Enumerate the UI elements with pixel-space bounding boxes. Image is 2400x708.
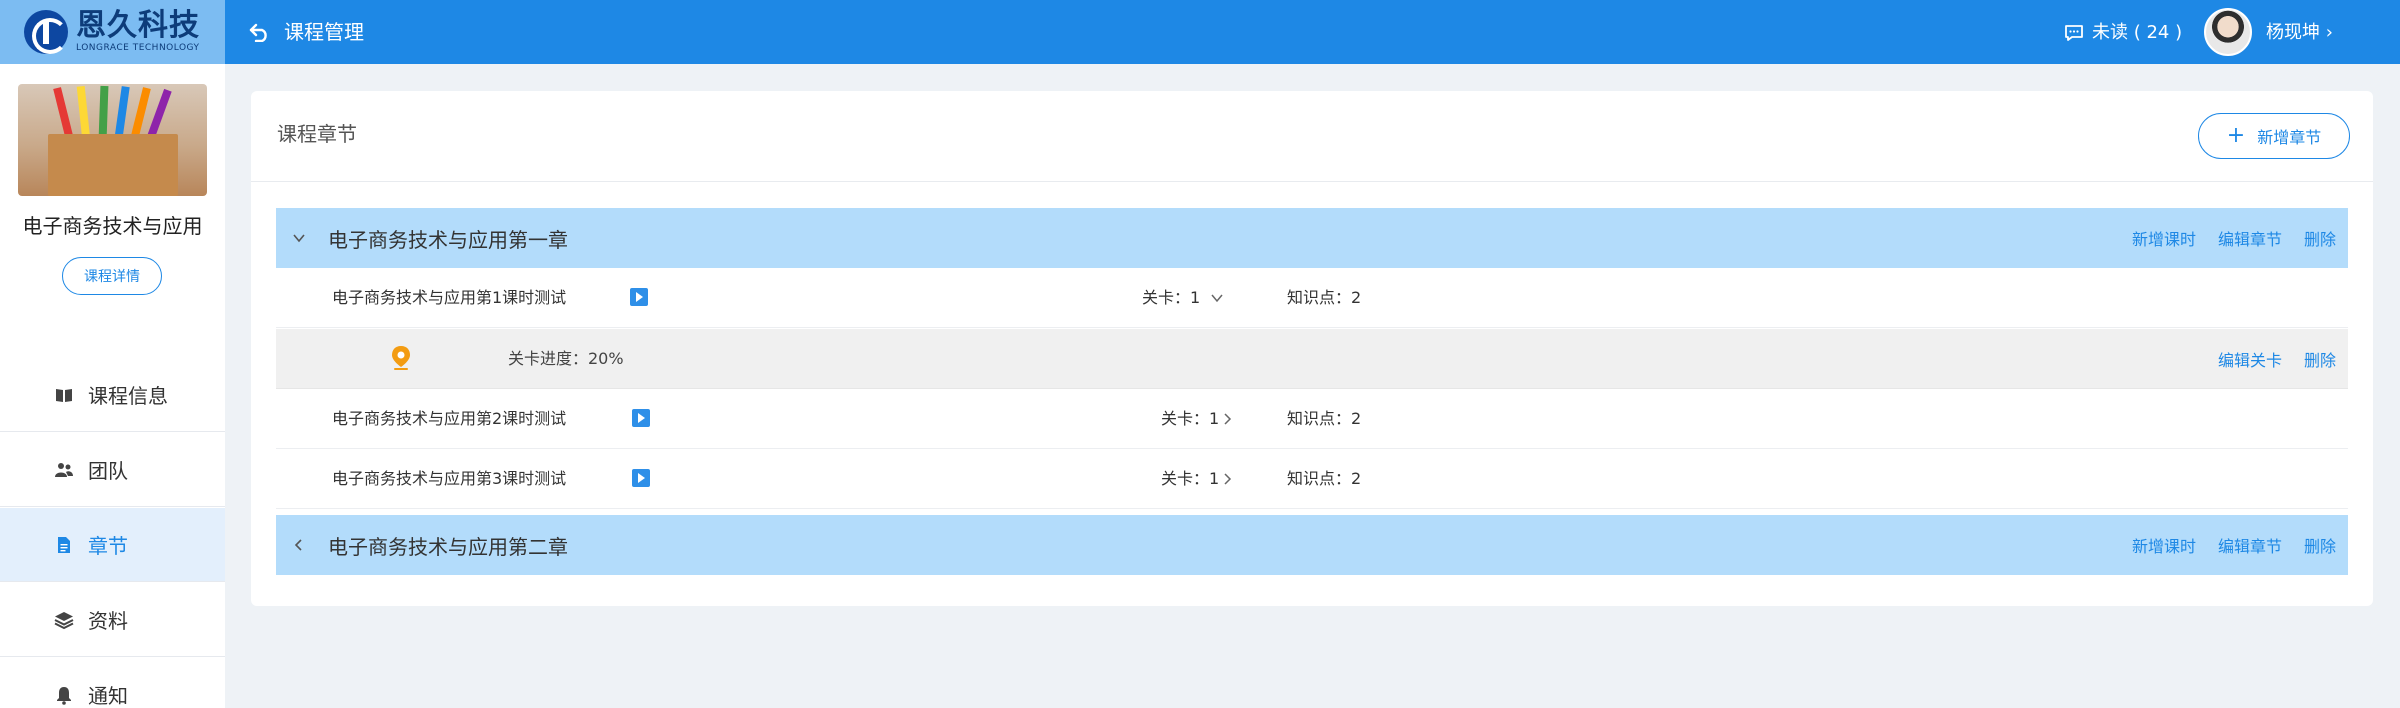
sidebar: 电子商务技术与应用 课程详情 课程信息 团队 章节 资料 通知 <box>0 64 225 708</box>
edit-level-link[interactable]: 编辑关卡 <box>2218 347 2282 371</box>
avatar[interactable] <box>2204 8 2252 56</box>
lesson-row: 电子商务技术与应用第1课时测试 关卡：1 知识点：2 <box>276 268 2348 328</box>
layers-icon <box>54 611 74 629</box>
message-icon[interactable] <box>2064 24 2084 42</box>
course-cover-image <box>18 84 207 196</box>
lesson-name: 电子商务技术与应用第2课时测试 <box>332 409 567 428</box>
video-icon[interactable] <box>632 409 650 427</box>
chapter-header[interactable]: 电子商务技术与应用第一章 新增课时 编辑章节 删除 <box>276 208 2348 268</box>
chevron-down-icon[interactable] <box>1210 291 1224 305</box>
delete-chapter-link[interactable]: 删除 <box>2304 226 2336 250</box>
logo-text-cn: 恩久科技 <box>76 8 200 43</box>
lesson-name: 电子商务技术与应用第3课时测试 <box>332 469 567 488</box>
chapter-title: 电子商务技术与应用第二章 <box>328 534 568 559</box>
chevron-down-icon[interactable] <box>292 231 306 245</box>
page-title[interactable]: 课程管理 <box>284 19 364 45</box>
level-count[interactable]: 关卡：1 <box>1161 407 1219 431</box>
plus-icon: + <box>2226 123 2246 148</box>
logo[interactable]: 恩久科技 LONGRACE TECHNOLOGY <box>0 0 225 64</box>
document-icon <box>58 536 70 553</box>
chapter-title: 电子商务技术与应用第一章 <box>328 227 568 252</box>
unread-messages-link[interactable]: 未读 ( 24 ) <box>2092 21 2182 45</box>
add-chapter-button[interactable]: + 新增章节 <box>2198 113 2350 159</box>
sidebar-item-label: 章节 <box>88 534 128 558</box>
sidebar-item-label: 通知 <box>88 684 128 708</box>
level-progress-row: 关卡进度：20% 编辑关卡 删除 <box>276 329 2348 389</box>
logo-text-en: LONGRACE TECHNOLOGY <box>76 43 200 53</box>
chapter-header[interactable]: 电子商务技术与应用第二章 新增课时 编辑章节 删除 <box>276 515 2348 575</box>
chapter-panel: 课程章节 + 新增章节 电子商务技术与应用第一章 新增课时 编辑章节 删除 电子… <box>251 91 2373 606</box>
lesson-row: 电子商务技术与应用第3课时测试 关卡：1 知识点：2 <box>276 449 2348 509</box>
top-header: 恩久科技 LONGRACE TECHNOLOGY 课程管理 未读 ( 24 ) … <box>0 0 2400 64</box>
back-icon[interactable] <box>248 22 270 42</box>
knowledge-count: 知识点：2 <box>1287 288 1362 307</box>
chevron-left-icon[interactable] <box>292 538 306 552</box>
delete-level-link[interactable]: 删除 <box>2304 347 2336 371</box>
logo-mark-icon <box>24 10 68 54</box>
lesson-name: 电子商务技术与应用第1课时测试 <box>332 288 567 307</box>
chevron-right-icon[interactable] <box>1220 472 1234 486</box>
add-chapter-label: 新增章节 <box>2257 128 2322 147</box>
sidebar-item-label: 课程信息 <box>88 384 168 408</box>
level-progress: 关卡进度：20% <box>508 349 624 368</box>
knowledge-count: 知识点：2 <box>1287 409 1362 428</box>
user-menu[interactable]: 杨现坤 › <box>2266 21 2333 45</box>
video-icon[interactable] <box>632 469 650 487</box>
sidebar-item-chapters[interactable]: 章节 <box>0 508 225 582</box>
edit-chapter-link[interactable]: 编辑章节 <box>2218 226 2282 250</box>
panel-title: 课程章节 <box>277 122 357 146</box>
divider <box>251 181 2373 182</box>
book-icon <box>56 388 72 402</box>
delete-chapter-link[interactable]: 删除 <box>2304 533 2336 557</box>
course-name: 电子商务技术与应用 <box>22 214 203 238</box>
sidebar-item-label: 资料 <box>88 609 128 633</box>
edit-chapter-link[interactable]: 编辑章节 <box>2218 533 2282 557</box>
course-detail-button[interactable]: 课程详情 <box>62 257 162 295</box>
bell-icon <box>57 686 71 705</box>
team-icon <box>55 462 73 477</box>
sidebar-item-label: 团队 <box>88 459 128 483</box>
sidebar-item-course-info[interactable]: 课程信息 <box>0 358 225 432</box>
level-count[interactable]: 关卡：1 <box>1142 286 1200 310</box>
map-pin-icon <box>392 346 410 370</box>
add-lesson-link[interactable]: 新增课时 <box>2132 533 2196 557</box>
sidebar-item-notice[interactable]: 通知 <box>0 658 225 708</box>
chevron-right-icon[interactable] <box>1220 412 1234 426</box>
knowledge-count: 知识点：2 <box>1287 469 1362 488</box>
add-lesson-link[interactable]: 新增课时 <box>2132 226 2196 250</box>
level-count[interactable]: 关卡：1 <box>1161 467 1219 491</box>
sidebar-item-materials[interactable]: 资料 <box>0 583 225 657</box>
lesson-row: 电子商务技术与应用第2课时测试 关卡：1 知识点：2 <box>276 389 2348 449</box>
sidebar-item-team[interactable]: 团队 <box>0 433 225 507</box>
video-icon[interactable] <box>630 288 648 306</box>
